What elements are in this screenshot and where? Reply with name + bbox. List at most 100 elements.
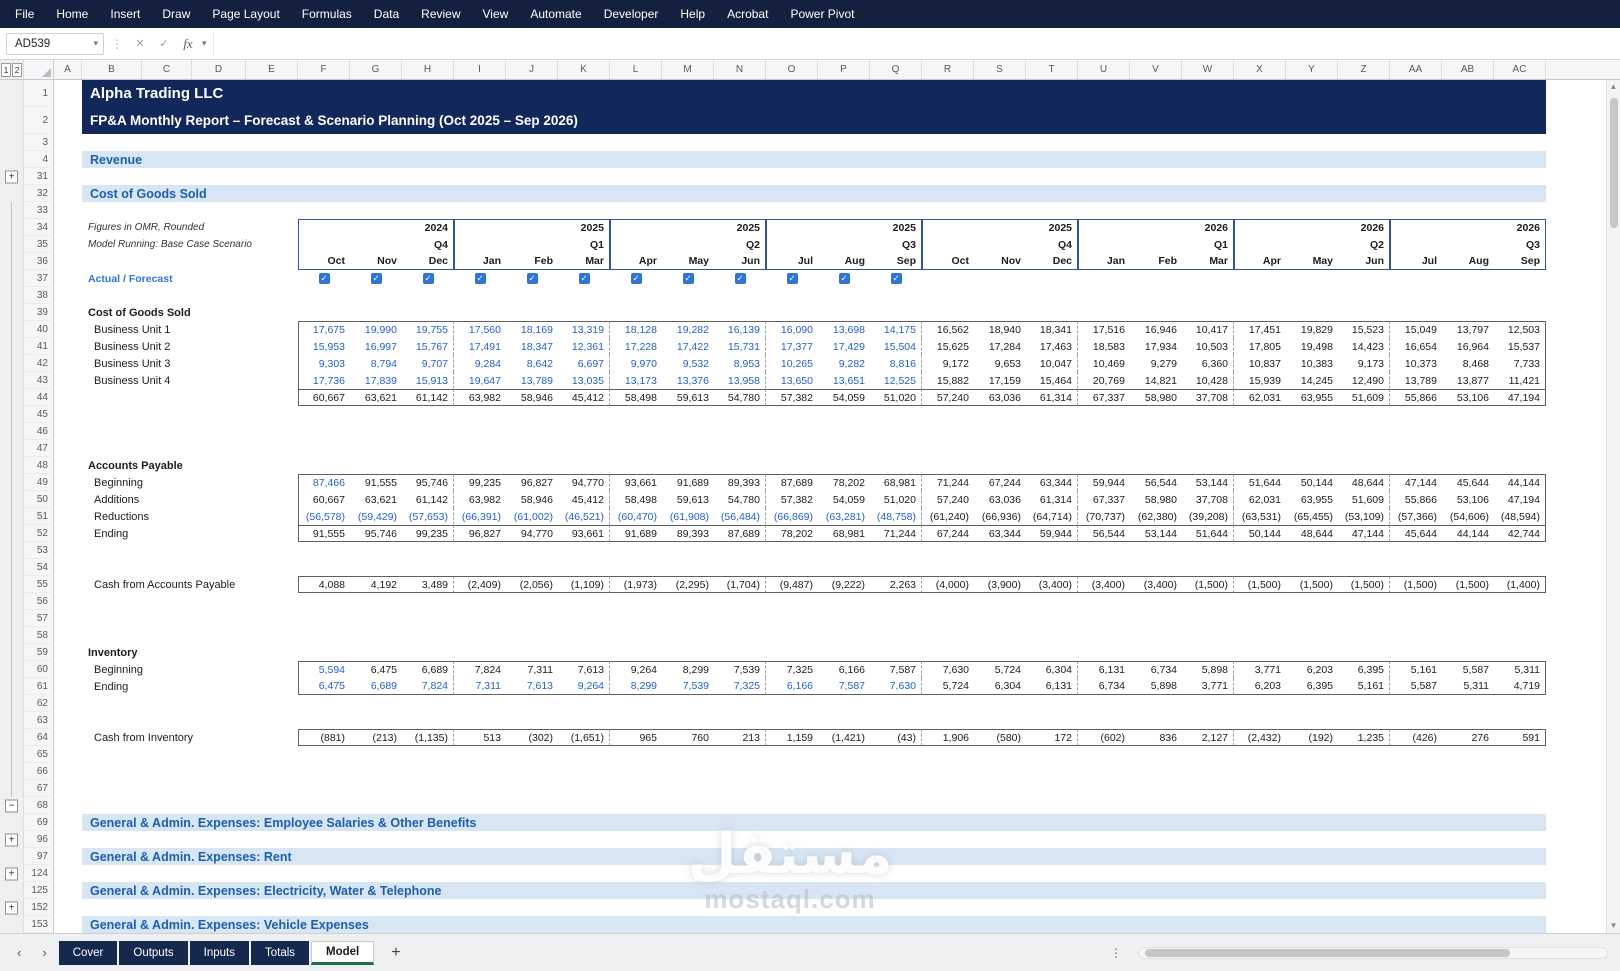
grid-cell[interactable]: 17,736 (298, 372, 350, 389)
grid-cell[interactable]: 78,202 (766, 525, 818, 542)
column-header[interactable]: N (714, 60, 766, 79)
column-header[interactable]: J (506, 60, 558, 79)
grid-cell[interactable]: 13,789 (506, 372, 558, 389)
grid-cell[interactable]: Q3 (1494, 236, 1546, 253)
grid-cell[interactable]: 51,020 (870, 389, 922, 406)
grid-cell[interactable]: 54,059 (818, 491, 870, 508)
grid-cell[interactable]: (2,409) (454, 576, 506, 593)
grid-cell[interactable]: 47,144 (1390, 474, 1442, 491)
grid-cell[interactable]: 7,613 (558, 661, 610, 678)
grid-cell[interactable] (54, 576, 82, 593)
row-header[interactable]: 39 (24, 304, 54, 321)
grid-cell[interactable] (1494, 304, 1546, 321)
grid-cell[interactable]: 5,594 (298, 661, 350, 678)
grid-cell[interactable] (974, 304, 1026, 321)
grid-cell[interactable]: Feb (506, 253, 558, 270)
grid-cell[interactable] (54, 508, 82, 525)
menu-draw[interactable]: Draw (151, 0, 201, 28)
grid-cell[interactable] (1390, 304, 1442, 321)
grid-cell[interactable]: 89,393 (714, 474, 766, 491)
column-header[interactable]: R (922, 60, 974, 79)
grid-cell[interactable]: Q4 (1026, 236, 1078, 253)
grid-cell[interactable] (54, 185, 82, 202)
grid-cell[interactable]: 93,661 (558, 525, 610, 542)
row-header[interactable]: 3 (24, 134, 54, 151)
grid-cell[interactable]: 10,373 (1390, 355, 1442, 372)
grid-cell[interactable]: ✓ (870, 270, 922, 287)
grid-cell[interactable] (298, 219, 350, 236)
grid-cell[interactable]: 13,173 (610, 372, 662, 389)
grid-cell[interactable]: (63,281) (818, 508, 870, 525)
grid-cell[interactable]: 17,463 (1026, 338, 1078, 355)
grid-cell[interactable] (1234, 644, 1286, 661)
grid-cell[interactable] (54, 236, 82, 253)
grid-cell[interactable]: 2025 (558, 219, 610, 236)
grid-cell[interactable]: Jul (766, 253, 818, 270)
column-header[interactable]: AA (1390, 60, 1442, 79)
column-header[interactable]: X (1234, 60, 1286, 79)
grid-cell[interactable]: (9,487) (766, 576, 818, 593)
grid-cell[interactable] (1442, 304, 1494, 321)
tabs-scroll-right-icon[interactable]: › (33, 945, 55, 960)
grid-cell[interactable]: 63,621 (350, 491, 402, 508)
grid-cell[interactable]: ✓ (610, 270, 662, 287)
grid-cell[interactable] (54, 627, 82, 644)
column-header[interactable]: Q (870, 60, 922, 79)
grid-cell[interactable]: 17,560 (454, 321, 506, 338)
grid-cell[interactable] (766, 219, 818, 236)
grid-cell[interactable]: ✓ (818, 270, 870, 287)
grid-cell[interactable] (766, 457, 818, 474)
grid-cell[interactable]: 55,866 (1390, 389, 1442, 406)
grid-cell[interactable]: (213) (350, 729, 402, 746)
grid-cell[interactable]: Sep (870, 253, 922, 270)
grid-cell[interactable]: (61,002) (506, 508, 558, 525)
grid-cell[interactable] (1234, 304, 1286, 321)
actual-forecast-checkbox[interactable]: ✓ (890, 273, 902, 284)
grid-cell[interactable]: Q2 (714, 236, 766, 253)
row-header[interactable]: 1 (24, 80, 54, 107)
row-header[interactable]: 52 (24, 525, 54, 542)
grid-cell[interactable] (1026, 270, 1078, 287)
grid-cell[interactable]: 20,769 (1078, 372, 1130, 389)
grid-cell[interactable]: 9,279 (1130, 355, 1182, 372)
grid-cell[interactable]: (4,000) (922, 576, 974, 593)
column-header[interactable]: D (192, 60, 246, 79)
grid-cell[interactable] (350, 304, 402, 321)
grid-cell[interactable]: 60,667 (298, 491, 350, 508)
grid-cell[interactable]: 15,767 (402, 338, 454, 355)
grid-cell[interactable]: 6,734 (1130, 661, 1182, 678)
grid-cell[interactable] (1078, 270, 1130, 287)
grid-cell[interactable]: 59,613 (662, 389, 714, 406)
grid-cell[interactable] (1442, 270, 1494, 287)
grid-cell[interactable]: 47,194 (1494, 491, 1546, 508)
grid-cell[interactable]: 58,980 (1130, 389, 1182, 406)
row-header[interactable]: 61 (24, 678, 54, 695)
grid-cell[interactable]: 6,304 (974, 678, 1026, 695)
grid-cell[interactable] (1026, 457, 1078, 474)
grid-cell[interactable]: Feb (1130, 253, 1182, 270)
grid-cell[interactable] (54, 814, 82, 831)
grid-cell[interactable] (714, 644, 766, 661)
grid-cell[interactable] (350, 644, 402, 661)
grid-cell[interactable]: 95,746 (350, 525, 402, 542)
row-header[interactable]: 62 (24, 695, 54, 712)
grid-cell[interactable] (1078, 457, 1130, 474)
row-header[interactable]: 38 (24, 287, 54, 304)
grid-cell[interactable] (54, 151, 82, 168)
grid-cell[interactable]: 16,139 (714, 321, 766, 338)
grid-cell[interactable] (54, 644, 82, 661)
grid-cell[interactable]: 53,144 (1182, 474, 1234, 491)
grid-cell[interactable] (402, 304, 454, 321)
grid-cell[interactable]: (66,869) (766, 508, 818, 525)
row-header[interactable]: 46 (24, 423, 54, 440)
grid-cell[interactable]: 42,744 (1494, 525, 1546, 542)
grid-cell[interactable] (454, 304, 506, 321)
grid-cell[interactable]: 48,644 (1338, 474, 1390, 491)
grid-cell[interactable] (350, 457, 402, 474)
grid-cell[interactable]: Mar (558, 253, 610, 270)
grid-cell[interactable] (610, 219, 662, 236)
grid-cell[interactable] (558, 304, 610, 321)
grid-cell[interactable] (350, 236, 402, 253)
grid-cell[interactable] (1130, 457, 1182, 474)
grid-cell[interactable]: 17,675 (298, 321, 350, 338)
